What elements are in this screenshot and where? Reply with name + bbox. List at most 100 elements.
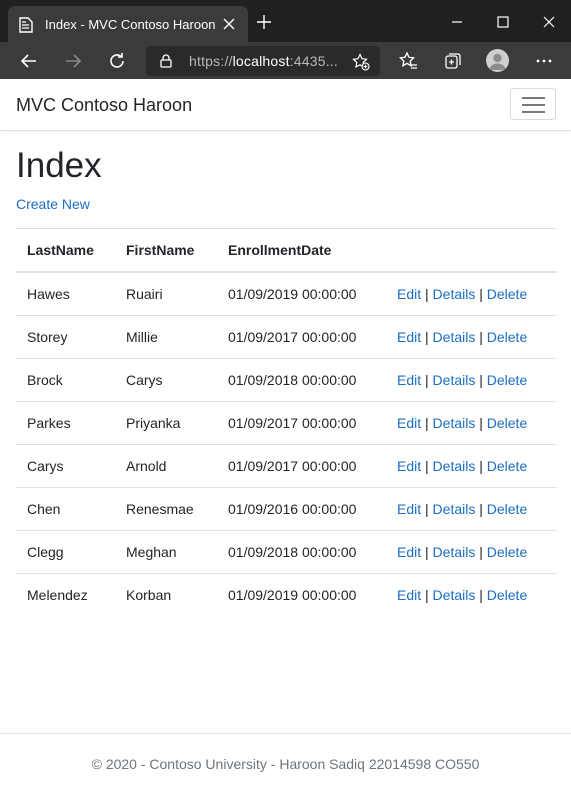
cell-enrollmentdate: 01/09/2019 00:00:00	[228, 587, 357, 603]
action-separator: |	[425, 501, 429, 517]
cell-enrollmentdate: 01/09/2017 00:00:00	[217, 444, 386, 488]
edit-link[interactable]: Edit	[397, 587, 421, 603]
delete-link[interactable]: Delete	[487, 501, 527, 517]
favorite-add-icon[interactable]	[352, 53, 370, 71]
action-separator: |	[479, 286, 483, 302]
cell-lastname: Clegg	[16, 530, 115, 574]
address-bar[interactable]: https://localhost:4435...	[146, 46, 380, 76]
table-row: Storey Millie 01/09/2017 00:00:00 Edit | De…	[16, 315, 557, 359]
action-separator: |	[479, 501, 483, 517]
table-header-row: LastName FirstName EnrollmentDate	[16, 228, 557, 273]
details-link[interactable]: Details	[433, 286, 476, 302]
details-link[interactable]: Details	[433, 415, 476, 431]
delete-link[interactable]: Delete	[487, 458, 527, 474]
cell-lastname: Storey	[16, 315, 115, 359]
action-separator: |	[425, 329, 429, 345]
navbar-brand[interactable]: MVC Contoso Haroon	[16, 95, 192, 116]
collections-icon[interactable]	[443, 51, 463, 71]
cell-enrollmentdate: 01/09/2018 00:00:00	[217, 358, 386, 402]
site-navbar: MVC Contoso Haroon	[0, 80, 571, 131]
action-separator: |	[425, 458, 429, 474]
browser-toolbar: https://localhost:4435...	[0, 42, 571, 79]
footer-text: © 2020 - Contoso University - Haroon Sad…	[91, 756, 480, 772]
maximize-icon[interactable]	[495, 14, 511, 30]
favorites-icon[interactable]	[398, 51, 418, 71]
table-row: Brock Carys 01/09/2018 00:00:00 Edit | Deta…	[16, 358, 557, 402]
delete-link[interactable]: Delete	[487, 544, 527, 560]
action-separator: |	[425, 372, 429, 388]
delete-link[interactable]: Delete	[487, 415, 527, 431]
cell-firstname: Carys	[115, 358, 217, 402]
cell-firstname: Millie	[115, 315, 217, 359]
minimize-icon[interactable]	[449, 14, 465, 30]
delete-link[interactable]: Delete	[487, 329, 527, 345]
cell-firstname: Renesmae	[115, 487, 217, 531]
delete-link[interactable]: Delete	[487, 587, 527, 603]
edit-link[interactable]: Edit	[397, 415, 421, 431]
table-row: Melendez Korban 01/09/2019 00:00:00 Edit | …	[16, 574, 557, 617]
cell-firstname: Arnold	[115, 444, 217, 488]
hamburger-icon	[522, 97, 545, 99]
table-row: Carys Arnold 01/09/2017 00:00:00 Edit | Det…	[16, 444, 557, 488]
cell-actions: Edit | Details | Delete	[386, 358, 557, 402]
cell-enrollmentdate: 01/09/2018 00:00:00	[217, 530, 386, 574]
cell-lastname: Chen	[16, 487, 115, 531]
cell-enrollmentdate: 01/09/2017 00:00:00	[217, 401, 386, 445]
cell-enrollmentdate: 01/09/2017 00:00:00	[217, 315, 386, 359]
column-header-lastname[interactable]: LastName	[16, 228, 115, 273]
close-icon[interactable]	[541, 14, 557, 30]
cell-actions: Edit | Details | Delete	[386, 444, 557, 488]
cell-lastname: Parkes	[16, 401, 115, 445]
cell-actions: Edit | Details | Delete	[386, 401, 557, 445]
edit-link[interactable]: Edit	[397, 458, 421, 474]
tab-title: Index - MVC Contoso Haroon	[45, 17, 216, 32]
close-icon[interactable]	[221, 16, 237, 32]
browser-tab-active[interactable]: Index - MVC Contoso Haroon	[8, 6, 248, 42]
edit-link[interactable]: Edit	[397, 286, 421, 302]
url-rest: :4435...	[289, 53, 338, 69]
cell-firstname: Meghan	[115, 530, 217, 574]
action-separator: |	[479, 372, 483, 388]
lock-icon[interactable]	[160, 54, 172, 68]
details-link[interactable]: Details	[433, 587, 476, 603]
page-icon	[19, 17, 33, 33]
navbar-toggle-button[interactable]	[510, 88, 556, 120]
column-header-firstname[interactable]: FirstName	[115, 228, 217, 273]
edit-link[interactable]: Edit	[397, 501, 421, 517]
action-separator: |	[425, 286, 429, 302]
table-row: Chen Renesmae 01/09/2016 00:00:00 Edit | De…	[16, 487, 557, 531]
students-table: LastName FirstName EnrollmentDate Hawes R…	[16, 228, 557, 616]
edit-link[interactable]: Edit	[397, 372, 421, 388]
delete-link[interactable]: Delete	[487, 372, 527, 388]
back-icon[interactable]	[19, 51, 39, 71]
create-new-link[interactable]: Create New	[16, 196, 90, 212]
url-host: localhost	[232, 53, 290, 69]
table-row: Hawes Ruairi 01/09/2019 00:00:00 Edit | Det…	[16, 272, 557, 316]
cell-firstname: Korban	[126, 587, 172, 603]
forward-icon[interactable]	[63, 51, 83, 71]
table-row: Parkes Priyanka 01/09/2017 00:00:00 Edit | …	[16, 401, 557, 445]
edit-link[interactable]: Edit	[397, 329, 421, 345]
column-header-actions	[386, 228, 557, 273]
refresh-icon[interactable]	[107, 51, 127, 71]
action-separator: |	[479, 458, 483, 474]
more-icon[interactable]	[534, 51, 554, 71]
action-separator: |	[425, 415, 429, 431]
cell-lastname: Brock	[16, 358, 115, 402]
column-header-enrollmentdate[interactable]: EnrollmentDate	[217, 228, 386, 273]
details-link[interactable]: Details	[433, 372, 476, 388]
action-separator: |	[479, 544, 483, 560]
hamburger-icon	[522, 104, 545, 106]
details-link[interactable]: Details	[433, 329, 476, 345]
details-link[interactable]: Details	[433, 458, 476, 474]
details-link[interactable]: Details	[433, 544, 476, 560]
plus-icon[interactable]	[256, 14, 272, 30]
cell-actions: Edit | Details | Delete	[386, 574, 557, 617]
cell-actions: Edit | Details | Delete	[386, 315, 557, 359]
edit-link[interactable]: Edit	[397, 544, 421, 560]
details-link[interactable]: Details	[433, 501, 476, 517]
action-separator: |	[479, 415, 483, 431]
profile-icon[interactable]	[486, 49, 509, 72]
delete-link[interactable]: Delete	[487, 286, 527, 302]
cell-firstname: Ruairi	[115, 272, 217, 316]
